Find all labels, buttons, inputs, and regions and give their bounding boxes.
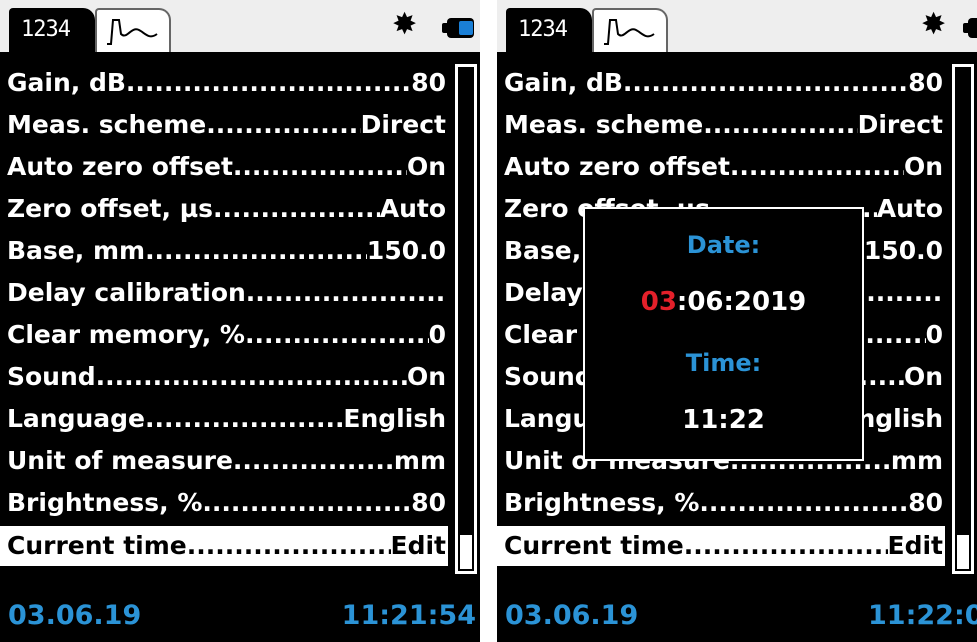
header-bar: 1234 ✸ <box>0 0 480 52</box>
menu-item-auto-zero-offset[interactable]: Auto zero offsetOn <box>497 146 945 188</box>
status-date: 03.06.19 <box>505 600 639 631</box>
datetime-dialog: Date: 03:06:2019 Time: 11:22 <box>583 207 864 461</box>
menu-item-gain[interactable]: Gain, dB80 <box>0 62 448 104</box>
menu-item-brightness[interactable]: Brightness, %80 <box>0 482 448 524</box>
menu-item-gain[interactable]: Gain, dB80 <box>497 62 945 104</box>
scrollbar-thumb[interactable] <box>460 535 472 569</box>
device-screen-right: 1234 ✸ Gain, dB80 Meas. schemeDirect Aut… <box>497 0 977 642</box>
sun-icon: ✸ <box>392 7 418 42</box>
status-date: 03.06.19 <box>8 600 142 631</box>
date-day-field[interactable]: 03 <box>641 287 677 317</box>
date-rest: :06:2019 <box>676 287 807 317</box>
date-label: Date: <box>686 231 761 259</box>
menu-item-brightness[interactable]: Brightness, %80 <box>497 482 945 524</box>
menu-item-meas-scheme[interactable]: Meas. schemeDirect <box>0 104 448 146</box>
menu-item-delay-calibration[interactable]: Delay calibration <box>0 272 448 314</box>
tab-digits-label: 1234 <box>21 17 71 42</box>
battery-icon <box>963 18 977 38</box>
scrollbar[interactable] <box>455 64 477 574</box>
waveform-icon <box>107 19 158 45</box>
device-screen-left: 1234 ✸ Gain, dB80 Meas. schemeDirect Aut… <box>0 0 480 642</box>
status-bar: 03.06.19 11:21:54 <box>0 595 480 642</box>
waveform-icon <box>604 19 655 45</box>
tab-digits-label: 1234 <box>518 17 568 42</box>
date-value[interactable]: 03:06:2019 <box>585 287 862 317</box>
menu-item-current-time[interactable]: Current timeEdit <box>0 526 448 566</box>
menu-item-language[interactable]: LanguageEnglish <box>0 398 448 440</box>
tab-graph[interactable] <box>95 8 171 52</box>
menu-item-unit-of-measure[interactable]: Unit of measuremm <box>0 440 448 482</box>
scrollbar-thumb[interactable] <box>957 535 969 569</box>
status-bar: 03.06.19 11:22:0 <box>497 595 977 642</box>
tab-graph[interactable] <box>592 8 668 52</box>
status-time: 11:22:0 <box>868 600 977 631</box>
menu-item-base[interactable]: Base, mm150.0 <box>0 230 448 272</box>
menu-item-clear-memory[interactable]: Clear memory, %0 <box>0 314 448 356</box>
time-value[interactable]: 11:22 <box>585 405 862 435</box>
sun-icon: ✸ <box>921 7 947 42</box>
tab-digits[interactable]: 1234 <box>506 8 592 52</box>
tab-digits[interactable]: 1234 <box>9 8 95 52</box>
scrollbar[interactable] <box>952 64 974 574</box>
menu-item-current-time[interactable]: Current timeEdit <box>497 526 945 566</box>
header-bar: 1234 ✸ <box>497 0 977 52</box>
menu-item-auto-zero-offset[interactable]: Auto zero offsetOn <box>0 146 448 188</box>
menu-item-meas-scheme[interactable]: Meas. schemeDirect <box>497 104 945 146</box>
status-time: 11:21:54 <box>341 600 476 631</box>
settings-menu: Gain, dB80 Meas. schemeDirect Auto zero … <box>0 62 448 566</box>
menu-item-sound[interactable]: SoundOn <box>0 356 448 398</box>
battery-icon <box>442 18 476 38</box>
menu-item-zero-offset[interactable]: Zero offset, µsAuto <box>0 188 448 230</box>
time-label: Time: <box>685 349 762 377</box>
